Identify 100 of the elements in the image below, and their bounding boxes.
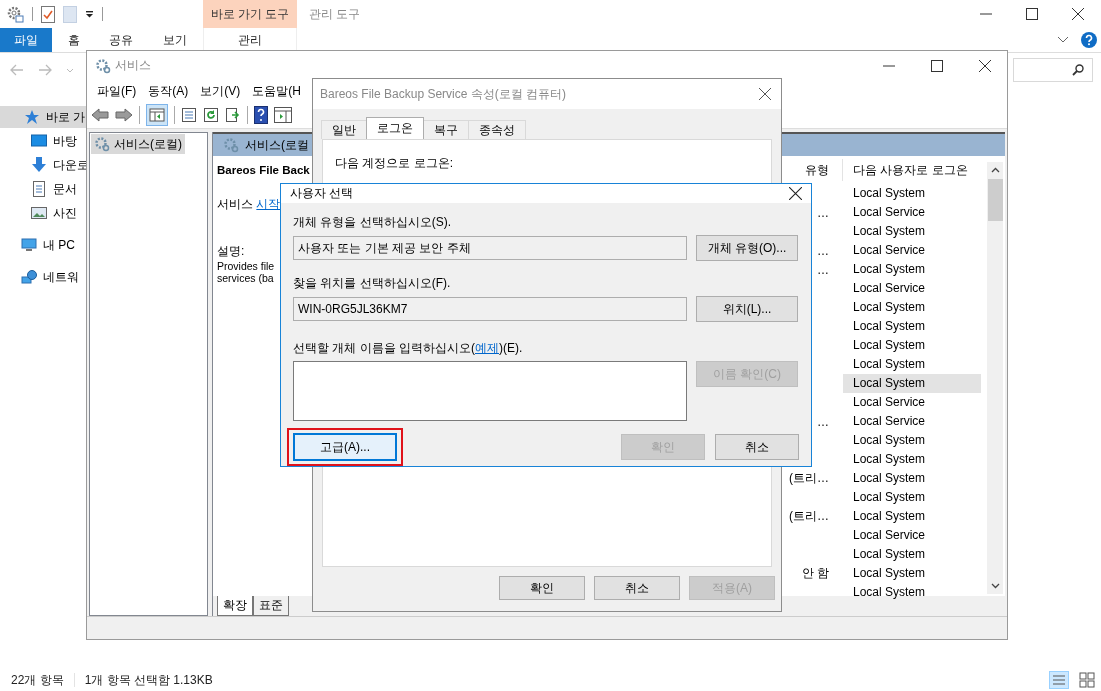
field-label: 선택할 개체 이름을 입력하십시오(예제)(E). <box>293 340 524 356</box>
description-text: Provides file <box>217 260 275 272</box>
maximize-icon[interactable] <box>1026 8 1038 20</box>
menu-item[interactable]: 동작(A) <box>142 82 195 100</box>
table-cell[interactable]: Local System <box>843 431 981 450</box>
table-cell[interactable]: Local Service <box>843 412 981 431</box>
scroll-up-icon[interactable] <box>990 167 1000 173</box>
view-tab[interactable]: 확장 <box>217 596 253 616</box>
refresh-icon[interactable] <box>203 107 219 123</box>
dialog-tab[interactable]: 복구 <box>423 120 469 139</box>
table-cell[interactable]: Local System <box>843 374 981 393</box>
table-cell[interactable]: Local Service <box>843 393 981 412</box>
nav-item[interactable]: 내 PC <box>0 234 90 256</box>
scroll-down-icon[interactable] <box>990 583 1000 589</box>
dialog-tab[interactable]: 일반 <box>321 120 367 139</box>
nav-item[interactable]: 사진 <box>0 202 90 224</box>
table-cell[interactable]: Local Service <box>843 526 981 545</box>
help-icon[interactable] <box>254 106 268 124</box>
view-tab[interactable]: 표준 <box>253 596 289 616</box>
dialog-title: Bareos File Backup Service 속성(로컬 컴퓨터) <box>320 85 567 103</box>
start-link[interactable]: 시작 <box>256 197 281 211</box>
nav-item[interactable]: 다운로 <box>0 154 90 176</box>
table-cell[interactable]: Local System <box>843 184 981 203</box>
dialog-button[interactable]: 확인 <box>499 576 585 600</box>
table-cell[interactable]: Local System <box>843 583 981 602</box>
table-cell[interactable]: Local System <box>843 564 981 583</box>
table-cell[interactable]: Local System <box>843 507 981 526</box>
download-arrow-icon <box>31 157 47 173</box>
nav-item[interactable]: 네트워 <box>0 266 90 288</box>
examples-link[interactable]: 예제 <box>475 341 499 355</box>
object-type-field[interactable]: 사용자 또는 기본 제공 보안 주체 <box>293 236 687 260</box>
maximize-icon[interactable] <box>931 59 943 72</box>
ribbon-tab[interactable]: 보기 <box>146 28 203 52</box>
close-icon[interactable] <box>789 187 802 200</box>
console-tree-icon[interactable] <box>146 104 168 126</box>
close-icon[interactable] <box>979 59 991 72</box>
table-cell-text: 안 함 <box>800 565 829 582</box>
table-cell[interactable]: Local Service <box>843 203 981 222</box>
field-label: 개체 유형을 선택하십시오(S). <box>293 214 452 230</box>
picture-icon <box>31 205 47 221</box>
menu-item[interactable]: 보기(V) <box>194 82 247 100</box>
table-cell-text: … <box>816 205 829 220</box>
pane-header-title: 서비스(로컬 <box>245 136 309 154</box>
table-cell[interactable]: Local System <box>843 545 981 564</box>
properties-icon[interactable] <box>6 5 24 23</box>
search-field[interactable] <box>1013 58 1093 82</box>
star-icon <box>24 109 40 125</box>
table-cell[interactable]: Local System <box>843 355 981 374</box>
table-cell-text: … <box>816 243 829 258</box>
table-cell: (트리… <box>789 470 829 487</box>
object-name-field[interactable] <box>293 361 687 421</box>
table-cell[interactable]: Local System <box>843 469 981 488</box>
properties-icon[interactable] <box>181 107 197 123</box>
close-icon[interactable] <box>759 88 771 100</box>
ribbon-tab[interactable]: 파일 <box>0 28 52 52</box>
menu-item[interactable]: 파일(F) <box>91 82 143 100</box>
dialog-button[interactable]: 취소 <box>594 576 680 600</box>
location-field[interactable]: WIN-0RG5JL36KM7 <box>293 297 687 321</box>
search-icon[interactable] <box>1072 64 1084 76</box>
description-text: services (ba <box>217 272 274 284</box>
expand-ribbon-icon[interactable] <box>1057 36 1069 44</box>
large-icons-view-icon[interactable] <box>1079 672 1095 688</box>
ribbon-tab[interactable]: 공유 <box>95 28 146 52</box>
object-types-button[interactable]: 개체 유형(O)... <box>696 235 798 261</box>
forward-arrow-icon[interactable] <box>115 108 133 122</box>
table-cell[interactable]: Local Service <box>843 241 981 260</box>
table-cell[interactable]: Local System <box>843 488 981 507</box>
nav-item[interactable]: 바탕 <box>0 130 90 152</box>
table-cell[interactable]: Local System <box>843 317 981 336</box>
table-cell[interactable]: Local Service <box>843 279 981 298</box>
back-arrow-icon[interactable] <box>91 108 109 122</box>
export-icon[interactable] <box>225 107 241 123</box>
scrollbar-thumb[interactable] <box>987 179 1003 221</box>
column-header[interactable]: 다음 사용자로 로그온 <box>842 159 981 181</box>
advanced-button[interactable]: 고급(A)... <box>293 433 397 461</box>
scrollbar[interactable] <box>987 162 1003 594</box>
dialog-button[interactable]: 취소 <box>715 434 799 460</box>
close-icon[interactable] <box>1072 8 1084 20</box>
ribbon-tab[interactable]: 홈 <box>52 28 95 52</box>
table-cell[interactable]: Local System <box>843 222 981 241</box>
help-icon[interactable] <box>1081 32 1097 48</box>
checklist-icon[interactable] <box>41 5 55 23</box>
status-text: 1개 항목 선택함 1.13KB <box>84 671 213 689</box>
table-cell[interactable]: Local System <box>843 298 981 317</box>
table-cell[interactable]: Local System <box>843 260 981 279</box>
table-cell-text: … <box>816 262 829 277</box>
dialog-tab[interactable]: 종속성 <box>468 120 526 139</box>
table-cell[interactable]: Local System <box>843 450 981 469</box>
action-pane-icon[interactable] <box>274 107 292 123</box>
caret-icon[interactable] <box>85 10 94 18</box>
locations-button[interactable]: 위치(L)... <box>696 296 798 322</box>
computer-icon <box>21 237 37 253</box>
dialog-tab[interactable]: 로그온 <box>366 117 424 139</box>
tree-item[interactable]: 서비스(로컬) <box>91 134 185 154</box>
service-name: Bareos File Back <box>217 164 311 176</box>
dialog-title: 사용자 선택 <box>290 185 354 202</box>
column-header[interactable]: 유형 <box>789 161 829 179</box>
nav-item[interactable]: 문서 <box>0 178 90 200</box>
table-cell[interactable]: Local System <box>843 336 981 355</box>
menu-item[interactable]: 도움말(H <box>246 82 307 100</box>
